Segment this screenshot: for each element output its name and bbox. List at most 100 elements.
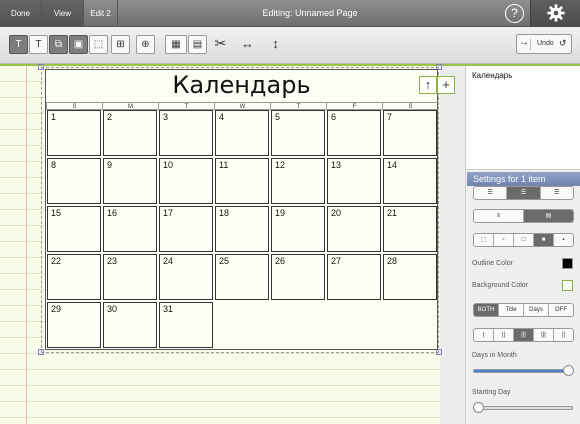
selection-handle[interactable] bbox=[38, 349, 44, 355]
align-left-icon[interactable]: ☰ bbox=[474, 187, 508, 199]
day-cell[interactable]: 23 bbox=[103, 254, 157, 300]
line-1-icon[interactable]: | bbox=[474, 329, 494, 341]
day-cell[interactable]: 4 bbox=[215, 110, 269, 156]
day-number: 24 bbox=[163, 256, 174, 266]
day-cell[interactable]: 6 bbox=[327, 110, 381, 156]
days-in-month-knob[interactable] bbox=[563, 365, 574, 376]
table-icon[interactable]: ▦ bbox=[165, 35, 187, 54]
border-shadow-icon[interactable]: ▪ bbox=[554, 234, 573, 246]
day-cell[interactable]: 26 bbox=[271, 254, 325, 300]
day-cell[interactable]: 29 bbox=[47, 302, 101, 348]
mode-off[interactable]: OFF bbox=[549, 304, 573, 316]
day-number: 18 bbox=[219, 208, 230, 218]
day-cell[interactable]: 3 bbox=[159, 110, 213, 156]
edit-tab[interactable]: Edit 2 bbox=[84, 0, 118, 27]
day-cell[interactable]: 1 bbox=[47, 110, 101, 156]
day-cell[interactable]: 25 bbox=[215, 254, 269, 300]
undo-icon: ↺ bbox=[559, 38, 567, 48]
image-icon[interactable]: ▣ bbox=[69, 35, 88, 54]
line-4-icon[interactable]: ||| bbox=[534, 329, 554, 341]
day-cell[interactable]: 12 bbox=[271, 158, 325, 204]
height-icon[interactable]: ↕ bbox=[266, 35, 285, 54]
width-icon[interactable]: ↔ bbox=[238, 35, 257, 54]
day-cell[interactable]: 15 bbox=[47, 206, 101, 252]
gear-icon bbox=[547, 4, 565, 22]
weekday-label: S bbox=[382, 102, 438, 110]
text-format-icon[interactable]: T bbox=[9, 35, 28, 54]
border-none-icon[interactable]: ⬚ bbox=[474, 234, 494, 246]
calendar-widget[interactable]: Календарь SMTWTFS 1 2 3 4 5 6 7 8 9 10 11 12 13 14 15 1… bbox=[45, 69, 438, 350]
background-color-swatch[interactable] bbox=[562, 280, 573, 291]
border-medium-icon[interactable]: □ bbox=[514, 234, 534, 246]
text-align-control[interactable]: ☰ ☰ ☰ bbox=[473, 186, 574, 200]
day-cell[interactable]: 31 bbox=[159, 302, 213, 348]
line-2-icon[interactable]: || bbox=[494, 329, 514, 341]
move-up-button[interactable]: ↑ bbox=[419, 76, 437, 94]
day-cell[interactable]: 8 bbox=[47, 158, 101, 204]
days-in-month-slider[interactable] bbox=[473, 369, 573, 373]
day-cell[interactable]: 27 bbox=[327, 254, 381, 300]
border-thick-icon[interactable]: ■ bbox=[534, 234, 554, 246]
add-button[interactable]: + bbox=[437, 76, 455, 94]
day-number: 11 bbox=[219, 160, 229, 170]
page-gutter bbox=[440, 66, 465, 424]
valign-middle-icon[interactable]: ≡ bbox=[474, 210, 524, 222]
copy-icon[interactable]: ⧉ bbox=[49, 35, 68, 54]
weekday-label: W bbox=[214, 102, 270, 110]
outline-color-swatch[interactable] bbox=[562, 258, 573, 269]
day-cell[interactable]: 19 bbox=[271, 206, 325, 252]
text-icon[interactable]: T bbox=[29, 35, 48, 54]
day-cell[interactable]: 30 bbox=[103, 302, 157, 348]
mode-both[interactable]: BOTH bbox=[474, 304, 499, 316]
starting-day-knob[interactable] bbox=[473, 402, 484, 413]
line-style-control[interactable]: | || ||| ||| || bbox=[473, 328, 574, 342]
mode-title[interactable]: Title bbox=[499, 304, 524, 316]
day-number: 15 bbox=[51, 208, 62, 218]
tools-icon[interactable]: ✂ bbox=[211, 35, 230, 54]
selected-item-label[interactable]: Календарь bbox=[472, 71, 512, 80]
help-icon[interactable]: ? bbox=[505, 4, 524, 23]
day-number: 20 bbox=[331, 208, 342, 218]
day-cell[interactable]: 5 bbox=[271, 110, 325, 156]
day-cell[interactable]: 22 bbox=[47, 254, 101, 300]
day-number: 26 bbox=[275, 256, 286, 266]
day-cell[interactable]: 17 bbox=[159, 206, 213, 252]
undo-button[interactable]: ↪ Undo ↺ bbox=[516, 34, 572, 54]
starting-day-slider[interactable] bbox=[473, 406, 573, 410]
settings-button[interactable] bbox=[530, 0, 580, 27]
group-icon[interactable]: ⊞ bbox=[111, 35, 130, 54]
align-center-icon[interactable]: ☰ bbox=[507, 187, 541, 199]
day-cell[interactable]: 9 bbox=[103, 158, 157, 204]
valign-box-icon[interactable]: ▤ bbox=[524, 210, 573, 222]
border-thin-icon[interactable]: ▫ bbox=[494, 234, 514, 246]
day-cell[interactable]: 24 bbox=[159, 254, 213, 300]
day-cell[interactable]: 7 bbox=[383, 110, 437, 156]
day-cell[interactable]: 13 bbox=[327, 158, 381, 204]
day-number: 31 bbox=[163, 304, 174, 314]
title-mode-control[interactable]: BOTH Title Days OFF bbox=[473, 303, 574, 317]
vertical-align-control[interactable]: ≡ ▤ bbox=[473, 209, 574, 223]
day-cell[interactable]: 18 bbox=[215, 206, 269, 252]
select-icon[interactable]: ⬚ bbox=[89, 35, 108, 54]
day-cell[interactable]: 28 bbox=[383, 254, 437, 300]
done-tab[interactable]: Done bbox=[0, 0, 42, 27]
selection-handle[interactable] bbox=[38, 64, 44, 70]
table-settings-icon[interactable]: ▤ bbox=[188, 35, 207, 54]
align-right-icon[interactable]: ☰ bbox=[541, 187, 573, 199]
day-cell[interactable]: 16 bbox=[103, 206, 157, 252]
day-number: 13 bbox=[331, 160, 342, 170]
mode-days[interactable]: Days bbox=[524, 304, 549, 316]
day-cell[interactable]: 2 bbox=[103, 110, 157, 156]
day-number: 30 bbox=[107, 304, 118, 314]
day-cell[interactable]: 14 bbox=[383, 158, 437, 204]
view-tab[interactable]: View bbox=[42, 0, 84, 27]
day-cell[interactable]: 21 bbox=[383, 206, 437, 252]
line-5-icon[interactable]: || bbox=[554, 329, 573, 341]
starting-day-label: Starting Day bbox=[472, 389, 511, 396]
line-3-icon[interactable]: ||| bbox=[514, 329, 534, 341]
add-icon[interactable]: ⊕ bbox=[136, 35, 155, 54]
day-cell[interactable]: 10 bbox=[159, 158, 213, 204]
day-cell[interactable]: 11 bbox=[215, 158, 269, 204]
border-style-control[interactable]: ⬚ ▫ □ ■ ▪ bbox=[473, 233, 574, 247]
day-cell[interactable]: 20 bbox=[327, 206, 381, 252]
